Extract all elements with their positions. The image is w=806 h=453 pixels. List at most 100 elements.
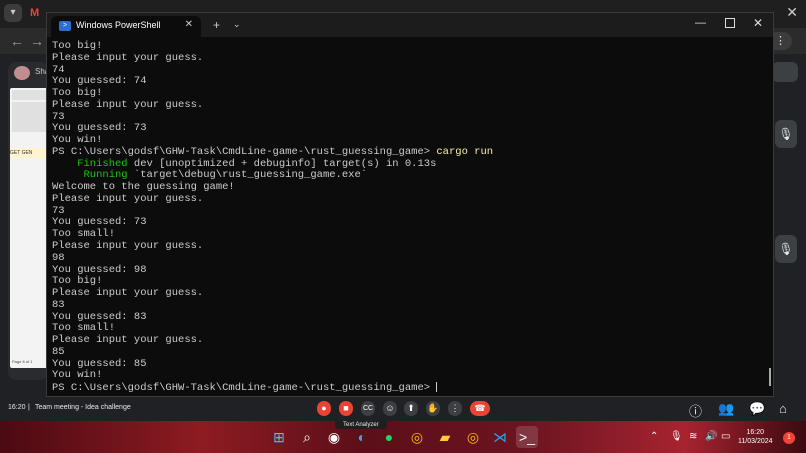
more-options-icon[interactable]: ⋮	[448, 401, 462, 416]
wifi-icon[interactable]: ≋	[689, 431, 697, 442]
output-text: You guessed: 85	[52, 357, 147, 370]
search-icon[interactable]: ⌕	[296, 426, 318, 448]
terminal-line: 74	[52, 63, 768, 77]
output-text: Please input your guess.	[52, 334, 204, 347]
raise-hand-icon[interactable]: ✋	[426, 401, 440, 416]
terminal-line: Please input your guess.	[52, 287, 768, 300]
terminal-scrollbar[interactable]	[769, 368, 771, 386]
terminal-line: You guessed: 83	[52, 311, 768, 324]
participant-muted-icon: 🎙	[775, 120, 797, 148]
output-text: Too small!	[52, 228, 116, 241]
doc-ribbon	[12, 90, 46, 100]
terminal-line: You guessed: 73	[52, 122, 768, 135]
meeting-time: 16:20	[8, 404, 26, 411]
output-text: Too big!	[52, 275, 103, 288]
terminal-line: 73	[52, 204, 768, 218]
terminal-output[interactable]: Too big! Please input your guess. 74 You gu…	[52, 40, 768, 396]
chrome-icon[interactable]: ◎	[406, 426, 428, 448]
forward-arrow-icon[interactable]: →	[30, 33, 44, 49]
terminal-line: 98	[52, 252, 768, 265]
battery-icon[interactable]: ▭	[721, 431, 730, 442]
mic-off-icon[interactable]: ●	[317, 401, 331, 416]
minimize-button[interactable]: —	[695, 17, 706, 29]
tab-windows-powershell[interactable]: > Windows PowerShell ✕	[51, 16, 201, 37]
activities-icon[interactable]: ⌂	[779, 401, 787, 416]
cargo-status-label: Finished	[52, 157, 128, 170]
volume-icon[interactable]: 🔊	[705, 431, 717, 442]
terminal-line: Please input your guess.	[52, 334, 768, 347]
terminal-line: PS C:\Users\godsf\GHW-Task\CmdLine-game-…	[52, 382, 768, 394]
output-text: 73	[52, 110, 65, 123]
chat-icon[interactable]: 💬	[749, 401, 765, 417]
presenter-avatar	[14, 66, 30, 80]
terminal-line: You win!	[52, 370, 768, 382]
start-menu-icon[interactable]: ⊞	[268, 426, 290, 448]
output-text: You guessed: 74	[52, 75, 147, 88]
terminal-line: Please input your guess.	[52, 51, 768, 65]
output-text: 83	[52, 298, 65, 311]
output-text: Please input your guess.	[52, 240, 204, 253]
windows-taskbar	[0, 421, 806, 453]
output-text: Please input your guess.	[52, 98, 204, 111]
people-icon[interactable]: 👥	[718, 401, 734, 417]
close-button[interactable]: ✕	[753, 16, 763, 30]
output-text: Too small!	[52, 322, 116, 335]
vscode-icon[interactable]: ⋊	[489, 426, 511, 448]
cargo-status-label: Running	[52, 169, 128, 182]
present-screen-icon[interactable]: ⬆	[404, 401, 418, 416]
output-text: Please input your guess.	[52, 192, 204, 205]
gmail-tab-icon[interactable]: M	[30, 7, 39, 19]
terminal-line: 85	[52, 345, 768, 359]
terminal-line: You guessed: 74	[52, 75, 768, 88]
text-cursor[interactable]	[436, 382, 438, 393]
back-arrow-icon[interactable]: ←	[10, 33, 24, 49]
browser-close-icon[interactable]: ✕	[786, 4, 798, 21]
output-text: 74	[52, 63, 65, 76]
tab-title: Windows PowerShell	[76, 20, 161, 30]
meeting-info-icon[interactable]: ⓘ	[689, 401, 702, 420]
meeting-title: Team meeting - Idea challenge	[35, 404, 131, 411]
terminal-line: You guessed: 98	[52, 263, 768, 277]
clock-time: 16:20	[746, 429, 765, 436]
output-text: Welcome to the guessing game!	[52, 181, 235, 194]
emoji-icon[interactable]: ☺	[383, 401, 397, 416]
meet-right-panel-tile	[772, 62, 798, 82]
output-text: You guessed: 98	[52, 263, 147, 276]
microphone-icon[interactable]: 🎙	[670, 431, 683, 442]
file-explorer-icon[interactable]: ▰	[434, 426, 456, 448]
tray-overflow-icon[interactable]: ⌃	[650, 431, 658, 442]
chrome-profile-icon[interactable]: ◎	[462, 426, 484, 448]
end-call-icon[interactable]: ☎	[470, 401, 490, 416]
new-tab-button[interactable]: +	[213, 18, 220, 32]
terminal-line: You guessed: 73	[52, 217, 768, 229]
taskbar-clock[interactable]: 16:20 11/03/2024	[738, 428, 773, 446]
cargo-status-text: dev [unoptimized + debuginfo] target(s) …	[127, 157, 437, 170]
terminal-line: Please input your guess.	[52, 192, 768, 206]
powershell-icon: >	[59, 21, 71, 31]
output-text: Please input your guess.	[52, 51, 204, 64]
cargo-status-text: `target\debug\rust_guessing_game.exe`	[127, 169, 368, 182]
tab-dropdown-icon[interactable]: ⌄	[233, 19, 241, 30]
output-text: 73	[52, 204, 65, 217]
maximize-button[interactable]	[725, 18, 735, 28]
camera-off-icon[interactable]: ■	[339, 401, 353, 416]
github-icon[interactable]: ◉	[323, 426, 345, 448]
spotify-icon[interactable]: ●	[378, 426, 400, 448]
powershell-window[interactable]: > Windows PowerShell ✕ + ⌄ — ✕ Too big! P…	[46, 12, 774, 397]
captions-icon[interactable]: CC	[361, 401, 375, 416]
edge-icon[interactable]: ◐	[351, 426, 373, 448]
prompt-text: PS C:\Users\godsf\GHW-Task\CmdLine-game-…	[52, 381, 437, 394]
doc-info-bar: GET GEN	[10, 148, 48, 158]
output-text: 85	[52, 345, 65, 358]
output-text: Please input your guess.	[52, 287, 204, 300]
participant-muted-icon: 🎙	[775, 235, 797, 263]
notification-badge[interactable]: 1	[783, 432, 795, 444]
terminal-icon[interactable]: >_	[516, 426, 538, 448]
clock-date: 11/03/2024	[738, 438, 773, 445]
tab-close-icon[interactable]: ✕	[185, 19, 193, 30]
output-text: You win!	[52, 134, 103, 147]
tab-search-button[interactable]: ▾	[4, 4, 22, 22]
terminal-line: Please input your guess.	[52, 98, 768, 112]
output-text: Too big!	[52, 40, 103, 52]
output-text: You win!	[52, 369, 103, 382]
